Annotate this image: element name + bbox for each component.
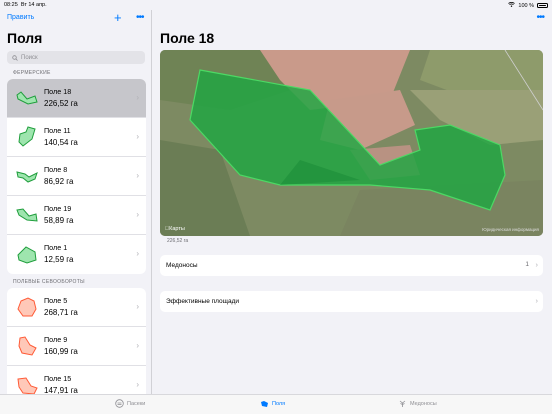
more-icon[interactable]: ••• — [536, 10, 544, 25]
search-placeholder: Поиск — [21, 54, 38, 61]
field-name: Поле 19 — [44, 204, 72, 213]
field-area: 58,89 га — [44, 216, 74, 225]
section-header-rotation: ПОЛЕВЫЕ СЕВООБОРОТЫ — [13, 279, 85, 285]
rotation-fields-list: Поле 5 268,71 га › Поле 9 160,99 га › По… — [7, 288, 146, 394]
tab-apiaries[interactable]: Пасеки — [115, 399, 145, 408]
field-map[interactable]: Карты Юридическая информация — [160, 50, 543, 236]
field-area: 226,52 га — [44, 99, 78, 108]
field-name: Поле 15 — [44, 374, 72, 383]
status-right: 100 % — [508, 1, 548, 9]
chevron-right-icon: › — [535, 296, 539, 305]
search-icon — [12, 54, 18, 61]
honey-plant-icon — [399, 400, 406, 407]
tab-label: Медоносы — [410, 400, 437, 407]
field-shape-icon — [18, 126, 36, 147]
field-shape-icon — [17, 297, 37, 317]
status-time: 08:25 Вт 14 апр. — [4, 2, 47, 8]
chevron-right-icon: › — [136, 171, 139, 180]
farm-fields-list: Поле 18 226,52 га › Поле 11 140,54 га › … — [7, 79, 146, 274]
search-input[interactable]: Поиск — [7, 51, 145, 64]
field-area-caption: 226,52 га — [167, 238, 189, 244]
tab-fields[interactable]: Поля — [260, 399, 285, 408]
field-name: Поле 18 — [44, 87, 72, 96]
battery-percent: 100 % — [518, 2, 534, 9]
chevron-right-icon: › — [136, 132, 139, 141]
more-icon[interactable]: ••• — [136, 10, 144, 25]
field-area: 86,92 га — [44, 177, 74, 186]
sidebar-toolbar: Править + ••• — [0, 10, 151, 26]
tab-label: Пасеки — [127, 400, 146, 407]
map-attribution-logo: Карты — [165, 226, 185, 232]
field-area: 268,71 га — [44, 308, 78, 317]
field-shape-icon — [17, 377, 38, 394]
tab-label: Поля — [272, 400, 286, 407]
satellite-map-image — [160, 50, 543, 236]
list-item-field-5[interactable]: Поле 5 268,71 га › — [7, 288, 146, 327]
field-area: 12,59 га — [44, 255, 74, 264]
tab-honey-plants[interactable]: Медоносы — [398, 399, 437, 408]
field-name: Поле 5 — [44, 296, 68, 305]
field-shape-icon — [16, 171, 38, 183]
chevron-right-icon: › — [136, 93, 139, 102]
field-shape-icon — [18, 336, 37, 356]
chevron-right-icon: › — [136, 210, 139, 219]
field-area: 147,91 га — [44, 386, 78, 394]
sidebar: Править + ••• Поля Поиск ФЕРМЕРСКИЕ Поле… — [0, 10, 152, 394]
chevron-right-icon: › — [136, 249, 139, 258]
field-shape-icon — [17, 246, 37, 264]
effective-areas-row[interactable]: Эффективные площади › — [160, 291, 543, 312]
chevron-right-icon: › — [535, 260, 539, 269]
apiary-icon — [115, 399, 124, 408]
list-item-field-9[interactable]: Поле 9 160,99 га › — [7, 327, 146, 366]
row-count: 1 — [525, 261, 529, 268]
battery-icon — [537, 3, 548, 8]
wifi-icon — [508, 1, 516, 9]
list-item-field-19[interactable]: Поле 19 58,89 га › — [7, 196, 146, 235]
field-name: Поле 1 — [44, 243, 68, 252]
row-label: Медоносы — [166, 262, 198, 269]
field-icon — [261, 401, 268, 407]
list-item-field-8[interactable]: Поле 8 86,92 га › — [7, 157, 146, 196]
list-item-field-18[interactable]: Поле 18 226,52 га › — [7, 79, 146, 118]
chevron-right-icon: › — [136, 341, 139, 350]
row-label: Эффективные площади — [166, 298, 240, 305]
sidebar-title: Поля — [7, 30, 43, 46]
edit-button[interactable]: Править — [7, 14, 34, 21]
list-item-field-15[interactable]: Поле 15 147,91 га › — [7, 366, 146, 394]
field-shape-icon — [16, 91, 38, 105]
chevron-right-icon: › — [136, 380, 139, 389]
detail-panel: ••• Поле 18 Карты Юридическая информаци… — [153, 10, 552, 394]
add-field-button[interactable]: + — [114, 10, 122, 26]
list-item-field-1[interactable]: Поле 1 12,59 га › — [7, 235, 146, 274]
tab-bar: Пасеки Поля Медоносы — [0, 394, 552, 414]
section-header-farm: ФЕРМЕРСКИЕ — [13, 70, 51, 76]
field-area: 140,54 га — [44, 138, 78, 147]
page-title: Поле 18 — [160, 30, 215, 46]
map-legal-link[interactable]: Юридическая информация — [482, 227, 539, 232]
list-item-field-11[interactable]: Поле 11 140,54 га › — [7, 118, 146, 157]
field-name: Поле 11 — [44, 126, 71, 135]
field-area: 160,99 га — [44, 347, 78, 356]
field-name: Поле 8 — [44, 165, 68, 174]
honey-plants-row[interactable]: Медоносы 1 › — [160, 255, 543, 276]
chevron-right-icon: › — [136, 302, 139, 311]
field-shape-icon — [16, 208, 38, 222]
field-name: Поле 9 — [44, 335, 68, 344]
status-bar: 08:25 Вт 14 апр. 100 % — [0, 0, 552, 10]
